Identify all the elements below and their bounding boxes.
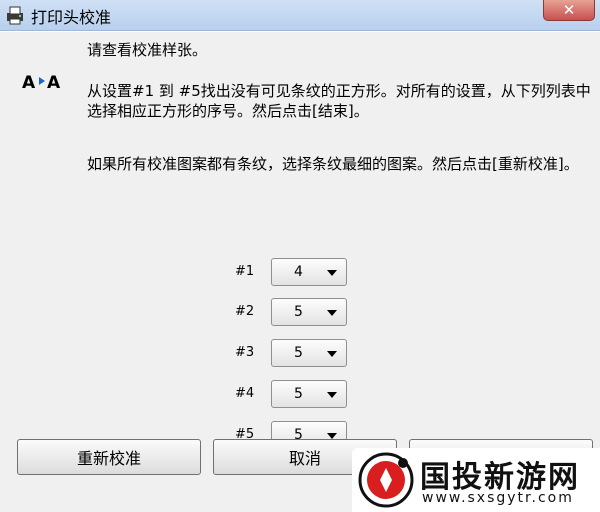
pattern-label: #2 xyxy=(235,304,255,319)
chevron-down-icon xyxy=(327,392,337,398)
instruction-text: 从设置#1 到 #5找出没有可见条纹的正方形。对所有的设置，从下列列表中选择相应… xyxy=(87,82,591,120)
svg-text:A: A xyxy=(47,73,61,91)
pattern-label: #3 xyxy=(235,345,255,360)
divider xyxy=(0,31,600,32)
select-value: 4 xyxy=(294,264,303,280)
pattern-row-4: #4 5 xyxy=(231,380,351,408)
printer-icon xyxy=(7,6,23,25)
chevron-down-icon xyxy=(327,270,337,276)
alignment-icon: A A xyxy=(22,73,61,91)
svg-text:A: A xyxy=(22,73,36,91)
fallback-instruction-text: 如果所有校准图案都有条纹，选择条纹最细的图案。然后点击[重新校准]。 xyxy=(87,155,579,173)
window-title: 打印头校准 xyxy=(31,8,112,27)
select-value: 5 xyxy=(294,386,303,402)
pattern-select-4[interactable]: 5 xyxy=(271,380,347,408)
pattern-select-2[interactable]: 5 xyxy=(271,298,347,326)
select-value: 5 xyxy=(294,345,303,361)
pattern-row-3: #3 5 xyxy=(231,339,351,367)
watermark-logo: 国投新游网 www.sxsgytr.com xyxy=(352,448,600,512)
pattern-row-2: #2 5 xyxy=(231,298,351,326)
intro-text: 请查看校准样张。 xyxy=(87,41,208,59)
pattern-label: #4 xyxy=(235,386,255,401)
pattern-select-3[interactable]: 5 xyxy=(271,339,347,367)
pattern-row-1: #1 4 xyxy=(231,258,351,286)
recalibrate-button[interactable]: 重新校准 xyxy=(17,439,201,475)
pattern-label: #1 xyxy=(235,264,255,279)
logo-mark-icon xyxy=(358,452,414,508)
select-value: 5 xyxy=(294,304,303,320)
logo-url: www.sxsgytr.com xyxy=(422,490,574,506)
chevron-down-icon xyxy=(327,310,337,316)
pattern-select-1[interactable]: 4 xyxy=(271,258,347,286)
close-button[interactable]: ✕ xyxy=(543,0,595,21)
title-bar: 打印头校准 ✕ xyxy=(0,0,600,31)
chevron-down-icon xyxy=(327,351,337,357)
